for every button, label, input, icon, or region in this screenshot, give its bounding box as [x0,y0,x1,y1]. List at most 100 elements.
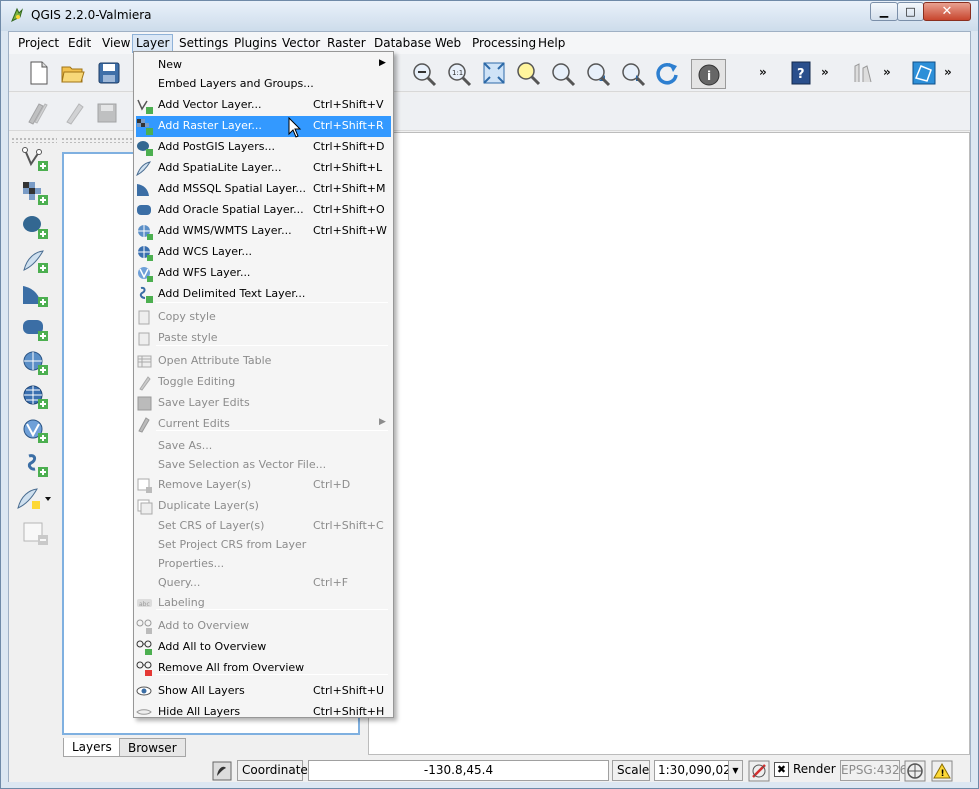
menu-vector[interactable]: Vector [279,35,323,52]
map-canvas[interactable] [368,132,970,755]
close-button[interactable]: ✕ [923,2,971,21]
plugin-toolbar-icon[interactable] [849,60,875,86]
menu-item-add-wcs-layer[interactable]: Add WCS Layer... [136,242,391,263]
menu-item-add-all-to-overview[interactable]: Add All to Overview [136,637,391,658]
toolbar-grip[interactable] [11,137,57,143]
warning-icon[interactable]: ! [931,760,953,782]
menu-item-add-postgis-layers[interactable]: Add PostGIS Layers... Ctrl+Shift+D [136,137,391,158]
toggle-extents-icon[interactable] [212,761,232,781]
menu-settings[interactable]: Settings [176,35,231,52]
remove-layer-icon [137,478,152,493]
remove-all-from-overview-icon [136,661,152,676]
menu-item-toggle-editing[interactable]: Toggle Editing [136,372,391,393]
save-project-icon[interactable] [96,60,122,86]
current-edits-icon[interactable] [25,100,51,126]
menu-item-add-wms-wmts-layer[interactable]: Add WMS/WMTS Layer... Ctrl+Shift+W [136,221,391,242]
open-project-icon[interactable] [60,60,86,86]
scale-combobox[interactable]: 1:30,090,029 ▼ [654,760,743,781]
menu-item-show-all-layers[interactable]: Show All Layers Ctrl+Shift+U [136,681,391,702]
add-wms-layer-icon[interactable] [21,350,49,376]
crs-globe-icon[interactable] [904,760,926,782]
tab-layers[interactable]: Layers [63,738,121,757]
menu-item-label: Copy style [158,310,216,323]
menu-item-set-crs-of-layer-s[interactable]: Set CRS of Layer(s) Ctrl+Shift+C [136,516,391,537]
tab-browser[interactable]: Browser [119,738,186,757]
menu-item-duplicate-layer-s[interactable]: Duplicate Layer(s) [136,496,391,517]
menu-item-remove-layer-s[interactable]: Remove Layer(s) Ctrl+D [136,475,391,496]
menu-item-current-edits[interactable]: Current Edits ▶ [136,414,391,435]
refresh-icon[interactable] [654,60,680,86]
minimize-button[interactable]: ▁ [870,2,898,21]
menu-database[interactable]: Database [371,35,434,52]
remove-layer-icon[interactable] [21,520,49,546]
zoom-to-selection-icon[interactable] [515,60,541,86]
help-contents-icon[interactable]: ? [788,60,814,86]
add-spatialite-layer-icon[interactable] [21,248,49,274]
menu-item-label: Add WMS/WMTS Layer... [158,224,292,237]
zoom-to-layer-icon[interactable] [550,61,576,87]
menu-item-add-spatialite-layer[interactable]: Add SpatiaLite Layer... Ctrl+Shift+L [136,158,391,179]
crs-status[interactable]: EPSG:4326 [840,760,907,781]
add-wfs-layer-icon [138,267,153,282]
zoom-full-icon[interactable] [481,60,507,86]
menu-item-add-vector-layer[interactable]: Add Vector Layer... Ctrl+Shift+V [136,95,391,116]
toolbar-overflow-icon[interactable]: » [759,65,767,79]
maximize-button[interactable]: □ [897,2,924,21]
menu-item-save-layer-edits[interactable]: Save Layer Edits [136,393,391,414]
menu-item-properties[interactable]: Properties... [136,554,391,575]
menu-item-add-wfs-layer[interactable]: Add WFS Layer... [136,263,391,284]
menu-item-add-mssql-spatial-layer[interactable]: Add MSSQL Spatial Layer... Ctrl+Shift+M [136,179,391,200]
menu-item-copy-style[interactable]: Copy style [136,307,391,328]
toolbar-overflow-icon[interactable]: » [821,65,829,79]
menu-item-embed-layers-and-groups[interactable]: Embed Layers and Groups... [136,74,391,95]
projection-disabled-icon[interactable] [748,760,770,782]
add-mssql-layer-icon[interactable] [21,282,49,308]
add-postgis-layer-icon[interactable] [21,214,49,240]
toggle-editing-icon[interactable] [61,100,87,126]
add-wfs-layer-icon[interactable] [21,418,49,444]
menu-item-label: Save Layer Edits [158,396,250,409]
menu-item-add-to-overview[interactable]: Add to Overview [136,616,391,637]
toolbar-overflow-icon[interactable]: » [883,65,891,79]
toolbar-overflow-icon[interactable]: » [944,65,952,79]
zoom-next-icon[interactable] [620,61,646,87]
zoom-native-icon[interactable]: 1:1 [446,61,472,87]
coordinate-field[interactable]: -130.8,45.4 [308,760,609,781]
menu-web[interactable]: Web [432,35,464,52]
new-shapefile-layer-icon[interactable] [15,486,53,512]
menu-processing[interactable]: Processing [469,35,539,52]
menu-item-open-attribute-table[interactable]: Open Attribute Table [136,351,391,372]
title-bar[interactable]: QGIS 2.2.0-Valmiera ▁ □ ✕ [1,1,978,31]
manage-layers-toolbar [9,132,59,752]
menu-item-save-as[interactable]: Save As... [136,436,391,457]
new-project-icon[interactable] [26,60,52,86]
menu-item-save-selection-as-vector-file[interactable]: Save Selection as Vector File... [136,455,391,476]
menu-item-hide-all-layers[interactable]: Hide All Layers Ctrl+Shift+H [136,702,391,723]
zoom-last-icon[interactable] [585,61,611,87]
save-edits-icon[interactable] [95,100,121,126]
identify-button[interactable]: i [691,59,726,89]
menu-raster[interactable]: Raster [324,35,369,52]
zoom-out-icon[interactable] [411,61,437,87]
add-vector-layer-icon[interactable] [21,146,49,172]
render-checkbox[interactable]: ✖ [774,762,789,777]
menu-item-set-project-crs-from-layer[interactable]: Set Project CRS from Layer [136,535,391,556]
menu-item-add-oracle-spatial-layer[interactable]: Add Oracle Spatial Layer... Ctrl+Shift+O [136,200,391,221]
menu-item-add-raster-layer[interactable]: Add Raster Layer... Ctrl+Shift+R [136,116,391,137]
add-oracle-layer-icon[interactable] [21,316,49,342]
add-wcs-layer-icon[interactable] [21,384,49,410]
menu-item-new[interactable]: New ▶ [136,55,391,76]
menu-item-query[interactable]: Query... Ctrl+F [136,573,391,594]
menu-edit[interactable]: Edit [65,35,94,52]
menu-view[interactable]: View [99,35,133,52]
menu-plugins[interactable]: Plugins [231,35,280,52]
add-delimited-text-icon[interactable] [21,452,49,478]
menu-item-label: Add Vector Layer... [158,98,262,111]
add-raster-layer-icon[interactable] [21,180,49,206]
menu-item-remove-all-from-overview[interactable]: Remove All from Overview [136,658,391,679]
menu-project[interactable]: Project [15,35,62,52]
chevron-down-icon[interactable]: ▼ [728,761,742,780]
menu-item-labeling[interactable]: abc Labeling [136,593,391,614]
menu-help[interactable]: Help [535,35,568,52]
georeferencer-icon[interactable] [911,60,937,86]
